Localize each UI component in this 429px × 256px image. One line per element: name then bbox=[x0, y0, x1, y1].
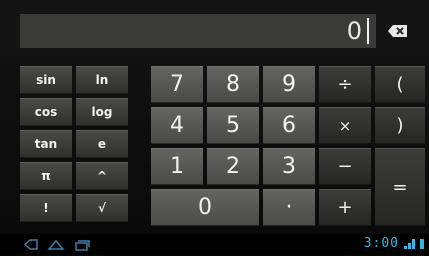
tan-button[interactable]: tan bbox=[20, 130, 72, 158]
digit-0-button[interactable]: 0 bbox=[151, 189, 259, 226]
back-icon[interactable] bbox=[22, 237, 40, 256]
digit-7-button[interactable]: 7 bbox=[151, 66, 203, 103]
digit-6-button[interactable]: 6 bbox=[263, 107, 315, 144]
sqrt-button[interactable]: √ bbox=[76, 194, 128, 222]
digit-5-label: 5 bbox=[226, 113, 240, 138]
tan-label: tan bbox=[34, 137, 58, 151]
pi-button[interactable]: π bbox=[20, 162, 72, 190]
decimal-point-label: · bbox=[285, 195, 293, 220]
clock: 3:00 bbox=[363, 236, 399, 251]
calculator-display: 0 bbox=[0, 0, 429, 56]
factorial-label: ! bbox=[43, 201, 49, 215]
minus-label: − bbox=[337, 156, 353, 177]
minus-button[interactable]: − bbox=[319, 148, 371, 185]
multiply-label: × bbox=[338, 116, 352, 135]
display-value: 0 bbox=[346, 17, 362, 45]
power-button[interactable]: ^ bbox=[76, 162, 128, 190]
digit-7-label: 7 bbox=[170, 72, 184, 97]
sin-label: sin bbox=[36, 73, 56, 87]
divide-label: ÷ bbox=[337, 74, 353, 95]
digit-3-label: 3 bbox=[282, 154, 296, 179]
open-paren-label: ( bbox=[396, 74, 404, 95]
cos-button[interactable]: cos bbox=[20, 98, 72, 126]
sqrt-label: √ bbox=[97, 201, 106, 215]
digit-9-button[interactable]: 9 bbox=[263, 66, 315, 103]
close-paren-button[interactable]: ) bbox=[375, 107, 425, 144]
digit-5-button[interactable]: 5 bbox=[207, 107, 259, 144]
status-area: 3:00 bbox=[364, 236, 425, 251]
close-paren-label: ) bbox=[396, 115, 404, 136]
digit-6-label: 6 bbox=[282, 113, 296, 138]
recent-apps-icon[interactable] bbox=[73, 237, 91, 256]
multiply-button[interactable]: × bbox=[319, 107, 371, 144]
e-label: e bbox=[97, 137, 107, 151]
system-navigation-bar: 3:00 bbox=[0, 234, 429, 255]
equals-button[interactable]: = bbox=[375, 148, 425, 226]
digit-9-label: 9 bbox=[282, 72, 296, 97]
backspace-button[interactable] bbox=[380, 18, 416, 44]
digit-3-button[interactable]: 3 bbox=[263, 148, 315, 185]
power-label: ^ bbox=[96, 169, 108, 183]
factorial-button[interactable]: ! bbox=[20, 194, 72, 222]
digit-1-label: 1 bbox=[170, 154, 184, 179]
keypad-panel: sin ln cos log tan e π ^ ! √ 7 8 9 ÷ ( 4… bbox=[0, 56, 429, 234]
text-cursor bbox=[367, 18, 369, 44]
home-icon[interactable] bbox=[47, 237, 65, 256]
digit-8-label: 8 bbox=[226, 72, 240, 97]
divide-button[interactable]: ÷ bbox=[319, 66, 371, 103]
digit-4-label: 4 bbox=[170, 113, 184, 138]
log-label: log bbox=[91, 105, 113, 119]
digit-2-label: 2 bbox=[226, 154, 240, 179]
digit-0-label: 0 bbox=[198, 195, 212, 220]
digit-4-button[interactable]: 4 bbox=[151, 107, 203, 144]
plus-button[interactable]: + bbox=[319, 189, 371, 226]
log-button[interactable]: log bbox=[76, 98, 128, 126]
ln-label: ln bbox=[95, 73, 109, 87]
plus-label: + bbox=[337, 197, 353, 218]
backspace-icon bbox=[388, 25, 407, 37]
e-button[interactable]: e bbox=[76, 130, 128, 158]
sin-button[interactable]: sin bbox=[20, 66, 72, 94]
digit-2-button[interactable]: 2 bbox=[207, 148, 259, 185]
ln-button[interactable]: ln bbox=[76, 66, 128, 94]
display-field[interactable]: 0 bbox=[20, 14, 376, 48]
digit-8-button[interactable]: 8 bbox=[207, 66, 259, 103]
cos-label: cos bbox=[34, 105, 58, 119]
signal-icon bbox=[404, 238, 415, 249]
decimal-point-button[interactable]: · bbox=[263, 189, 315, 226]
battery-icon bbox=[420, 238, 424, 249]
digit-1-button[interactable]: 1 bbox=[151, 148, 203, 185]
pi-label: π bbox=[41, 169, 51, 183]
open-paren-button[interactable]: ( bbox=[375, 66, 425, 103]
equals-label: = bbox=[392, 176, 408, 198]
